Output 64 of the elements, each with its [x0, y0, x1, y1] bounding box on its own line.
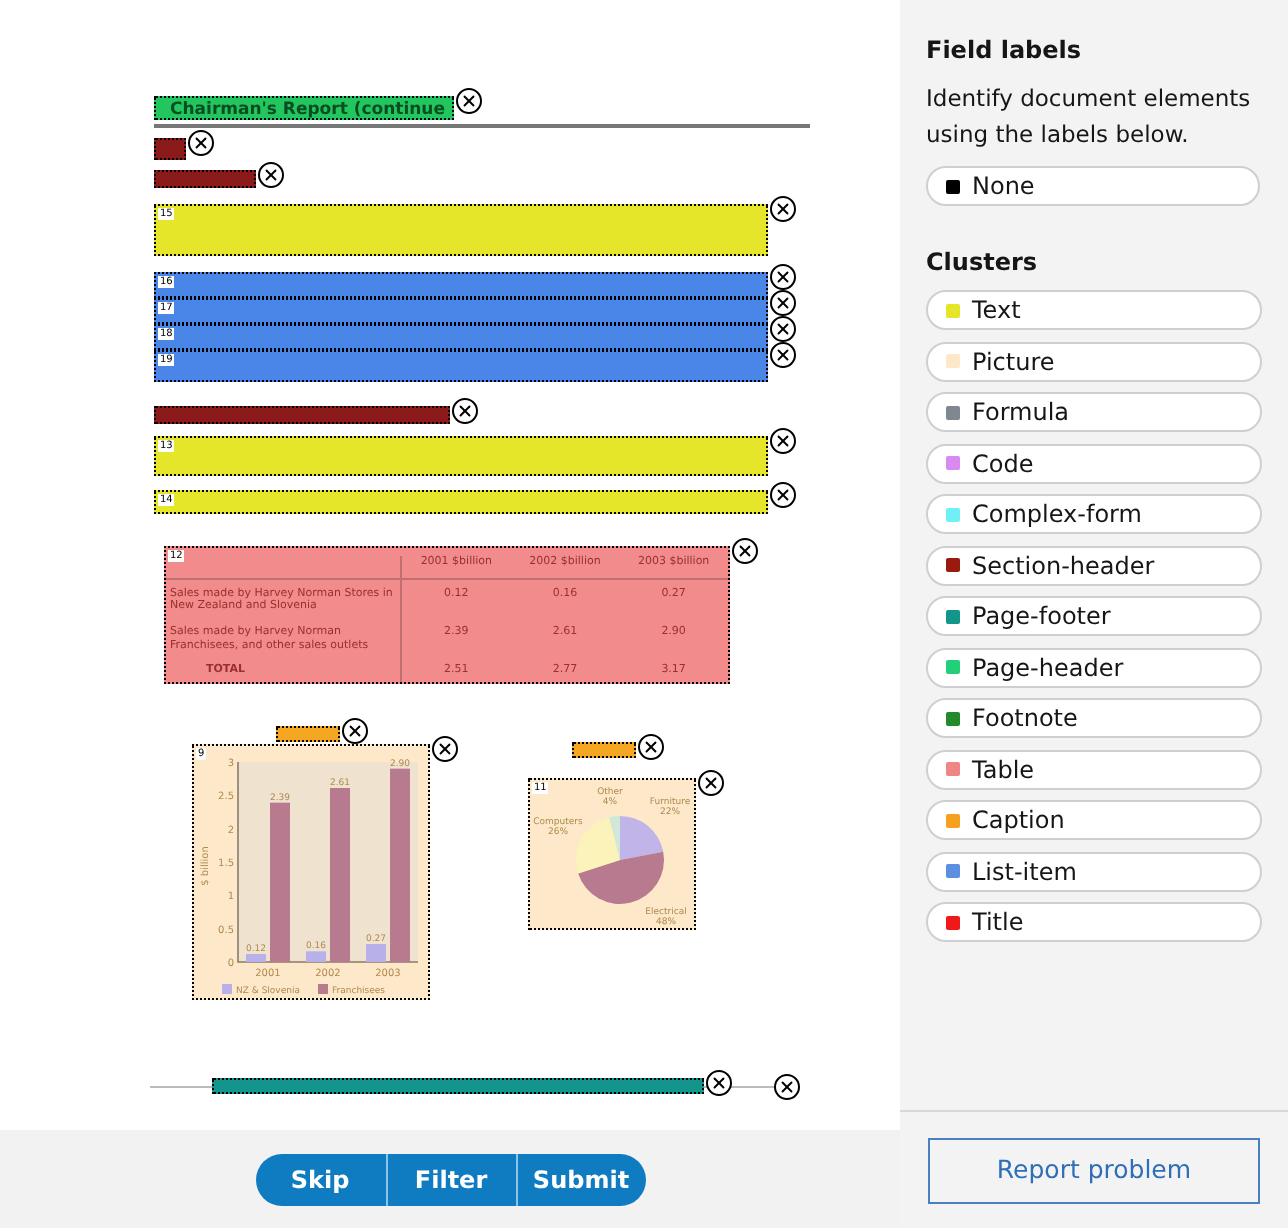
section-title: Clusters [926, 246, 1040, 280]
close-icon [642, 738, 660, 756]
close-icon [710, 1074, 728, 1092]
remove-button[interactable] [770, 482, 796, 508]
panel-description: Identify document elements using the labels below. [926, 82, 1253, 152]
remove-button[interactable] [770, 428, 796, 454]
label-option[interactable]: Page-footer [926, 596, 1262, 636]
close-icon [702, 774, 720, 792]
annotation-box[interactable] [276, 726, 340, 742]
close-icon [774, 486, 792, 504]
remove-button[interactable] [770, 342, 796, 368]
label-option[interactable]: Footnote [926, 698, 1262, 738]
remove-button[interactable] [770, 264, 796, 290]
close-icon [774, 200, 792, 218]
remove-button[interactable] [732, 538, 758, 564]
annotation-box[interactable]: Chairman's Report (continue [154, 96, 454, 120]
remove-button[interactable] [452, 398, 478, 424]
label-option[interactable]: Code [926, 443, 1262, 483]
close-icon [774, 320, 792, 338]
legend-swatch [318, 984, 328, 994]
label-option[interactable]: Title [926, 902, 1262, 942]
close-icon [262, 166, 280, 184]
remove-button[interactable] [706, 1070, 732, 1096]
action-button[interactable]: Submit [515, 1153, 645, 1205]
remove-button[interactable] [638, 734, 664, 760]
action-button[interactable]: Skip [255, 1153, 385, 1205]
panel-title: Field labels [926, 34, 1084, 68]
remove-button[interactable] [770, 290, 796, 316]
label-option[interactable]: Complex-form [926, 494, 1262, 534]
legend-swatch [222, 984, 232, 994]
close-icon [774, 268, 792, 286]
label-option[interactable]: Caption [926, 800, 1262, 840]
label-option[interactable]: Formula [926, 392, 1262, 432]
label-option[interactable]: Text [926, 290, 1262, 330]
close-icon [774, 432, 792, 450]
annotation-box[interactable] [572, 742, 636, 758]
label-option[interactable]: None [926, 166, 1260, 206]
label-option[interactable]: Page-header [926, 647, 1262, 687]
close-icon [774, 346, 792, 364]
label-option[interactable]: Table [926, 749, 1262, 789]
close-icon [192, 134, 210, 152]
remove-button[interactable] [456, 88, 482, 114]
close-icon [346, 722, 364, 740]
remove-button[interactable] [770, 316, 796, 342]
close-icon [736, 542, 754, 560]
label-option[interactable]: Picture [926, 341, 1262, 381]
close-icon [456, 402, 474, 420]
label-option[interactable]: List-item [926, 851, 1262, 891]
remove-button[interactable] [698, 770, 724, 796]
remove-button[interactable] [770, 196, 796, 222]
report-button[interactable]: Report problem [928, 1137, 1260, 1203]
remove-button[interactable] [258, 162, 284, 188]
close-icon [774, 294, 792, 312]
close-icon [436, 740, 454, 758]
header-text: Chairman's Report (continue [170, 98, 446, 122]
remove-button[interactable] [432, 736, 458, 762]
remove-button[interactable] [342, 718, 368, 744]
close-icon [778, 1078, 796, 1096]
remove-button[interactable] [188, 130, 214, 156]
annotation-box[interactable] [212, 1078, 704, 1094]
label-option[interactable]: Section-header [926, 545, 1262, 585]
close-icon [460, 92, 478, 110]
remove-button[interactable] [774, 1074, 800, 1100]
action-button[interactable]: Filter [385, 1153, 515, 1205]
